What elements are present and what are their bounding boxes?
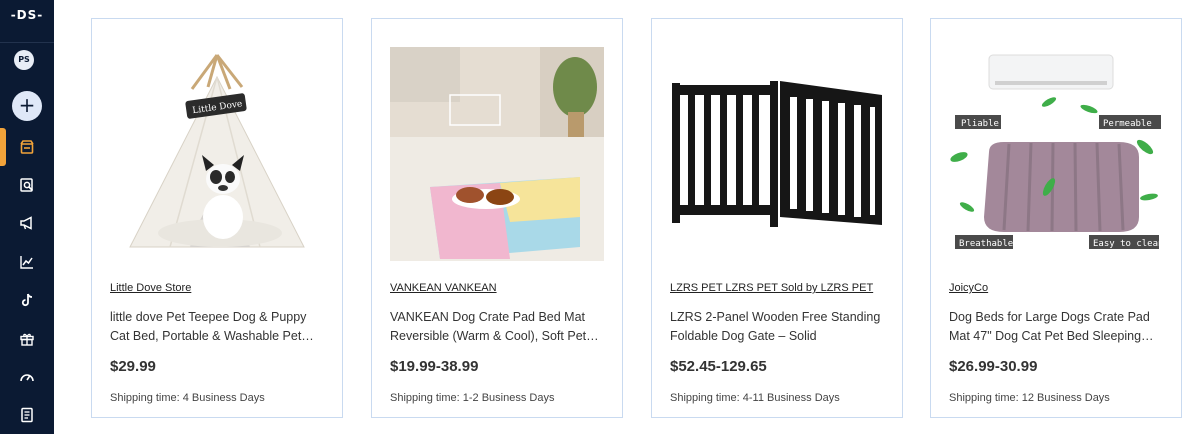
sidebar-divider [0, 42, 54, 43]
tiktok-icon [21, 293, 33, 307]
product-card[interactable]: LZRS PET LZRS PET Sold by LZRS PET LZRS … [651, 18, 903, 418]
nav-item-tiktok[interactable] [0, 285, 54, 315]
shipping-time: Shipping time: 1-2 Business Days [390, 392, 555, 404]
avatar-initials: PS [14, 50, 34, 70]
analytics-chart-icon [20, 256, 33, 269]
nav-item-gifts[interactable] [0, 324, 54, 354]
product-image-dog-crate-pad[interactable] [390, 47, 604, 261]
app-logo[interactable]: -DS- [0, 8, 54, 22]
sidebar: -DS- PS + [0, 0, 54, 434]
product-image-teepee-dog-bed[interactable]: Little Dove [110, 47, 324, 261]
mat-tag-permeable: Permeable [1103, 119, 1152, 129]
product-title[interactable]: little dove Pet Teepee Dog & Puppy Cat B… [110, 308, 324, 346]
product-search-icon [20, 178, 34, 192]
shipping-time: Shipping time: 4 Business Days [110, 392, 265, 404]
nav-item-performance[interactable] [0, 362, 54, 392]
nav-item-analytics[interactable] [0, 247, 54, 277]
avatar[interactable]: PS [14, 50, 40, 70]
product-price: $29.99 [110, 358, 156, 375]
add-button[interactable]: + [12, 91, 42, 121]
nav-item-documents[interactable] [0, 400, 54, 430]
store-link[interactable]: Little Dove Store [110, 282, 191, 294]
store-icon [20, 140, 34, 154]
shipping-time: Shipping time: 4-11 Business Days [670, 392, 840, 404]
megaphone-icon [20, 216, 32, 230]
nav-item-marketing[interactable] [0, 208, 54, 238]
mat-tag-breathable: Breathable [959, 239, 1013, 249]
gift-box-icon [20, 333, 34, 346]
mat-tag-easy-to-clean: Easy to clean [1093, 239, 1163, 249]
product-card[interactable]: Pliable Permeable Breathable Easy to cle… [930, 18, 1182, 418]
document-icon [21, 407, 33, 423]
nav-item-store[interactable] [0, 132, 54, 162]
store-link[interactable]: LZRS PET LZRS PET Sold by LZRS PET [670, 282, 873, 294]
product-price: $19.99-38.99 [390, 358, 479, 375]
mat-tag-pliable: Pliable [961, 119, 999, 129]
speedometer-icon [20, 374, 34, 382]
store-link[interactable]: JoicyCo [949, 282, 988, 294]
product-image-wooden-dog-gate[interactable] [670, 47, 884, 261]
product-title[interactable]: Dog Beds for Large Dogs Crate Pad Mat 47… [949, 308, 1163, 346]
product-title[interactable]: VANKEAN Dog Crate Pad Bed Mat Reversible… [390, 308, 604, 346]
store-link[interactable]: VANKEAN VANKEAN [390, 282, 497, 294]
nav-item-product-search[interactable] [0, 170, 54, 200]
shipping-time: Shipping time: 12 Business Days [949, 392, 1110, 404]
product-price: $52.45-129.65 [670, 358, 767, 375]
product-card[interactable]: VANKEAN VANKEAN VANKEAN Dog Crate Pad Be… [371, 18, 623, 418]
product-card[interactable]: Little Dove Little Dove Store little dov… [91, 18, 343, 418]
product-price: $26.99-30.99 [949, 358, 1038, 375]
product-title[interactable]: LZRS 2-Panel Wooden Free Standing Foldab… [670, 308, 884, 346]
product-image-cooling-pet-mat[interactable]: Pliable Permeable Breathable Easy to cle… [949, 47, 1163, 261]
